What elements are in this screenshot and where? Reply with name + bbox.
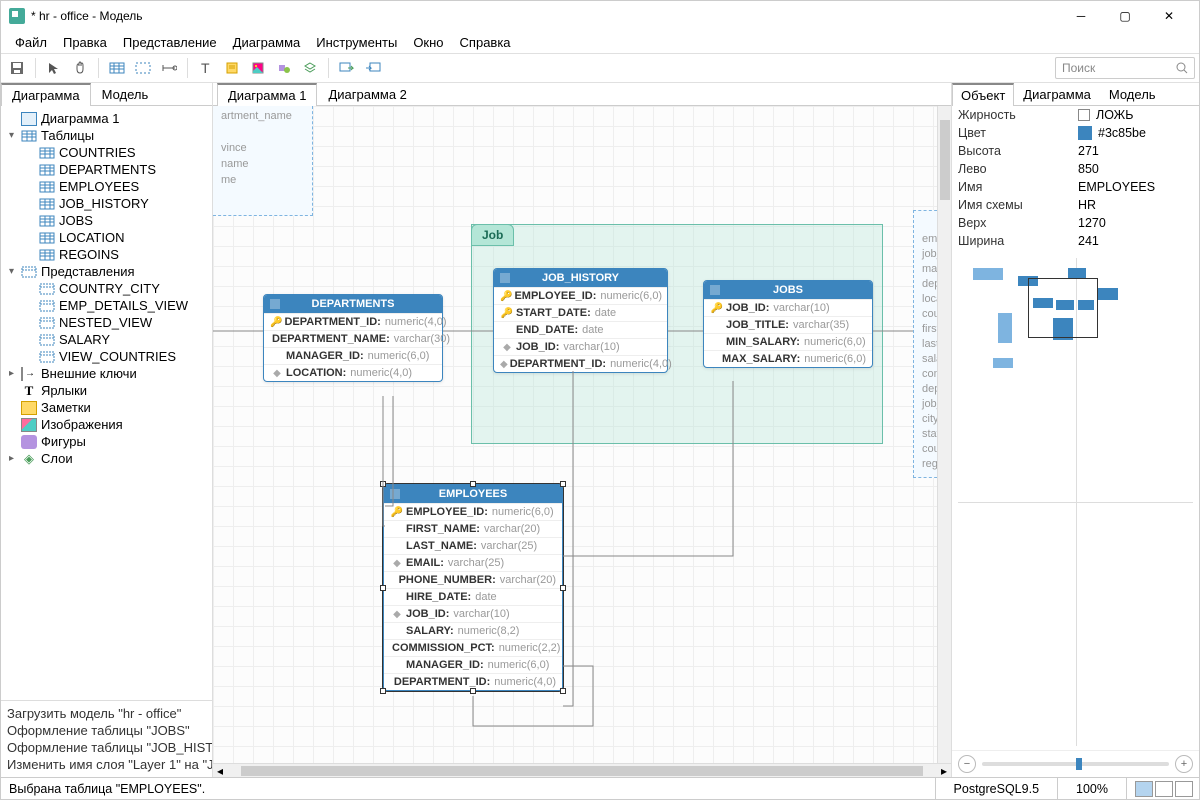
- tree-item[interactable]: DEPARTMENTS: [1, 161, 212, 178]
- tab-model[interactable]: Модель: [91, 83, 160, 105]
- tree-item[interactable]: ▾Таблицы: [1, 127, 212, 144]
- layer-tool[interactable]: [298, 56, 322, 80]
- tree-item[interactable]: JOB_HISTORY: [1, 195, 212, 212]
- menu-Файл[interactable]: Файл: [7, 33, 55, 52]
- properties: ЖирностьЛОЖЬЦвет#3c85beВысота271Лево850И…: [952, 106, 1199, 250]
- menubar: ФайлПравкаПредставлениеДиаграммаИнструме…: [1, 31, 1199, 53]
- prop-row[interactable]: Лево850: [952, 160, 1199, 178]
- tab-object[interactable]: Объект: [952, 83, 1014, 106]
- status-message: Выбрана таблица "EMPLOYEES".: [7, 782, 935, 796]
- table-tool[interactable]: [105, 56, 129, 80]
- prop-row[interactable]: ЖирностьЛОЖЬ: [952, 106, 1199, 124]
- sql-gen-button[interactable]: [335, 56, 359, 80]
- entity-JOB_HISTORY[interactable]: JOB_HISTORY🔑EMPLOYEE_ID: numeric(6,0)🔑ST…: [493, 268, 668, 373]
- prop-row[interactable]: Ширина241: [952, 232, 1199, 250]
- tree-item[interactable]: EMP_DETAILS_VIEW: [1, 297, 212, 314]
- titlebar: * hr - office - Модель ─ ▢ ✕: [1, 1, 1199, 31]
- pointer-tool[interactable]: [42, 56, 66, 80]
- prop-row[interactable]: Цвет#3c85be: [952, 124, 1199, 142]
- layout-btn-1[interactable]: [1135, 781, 1153, 797]
- search-placeholder: Поиск: [1062, 61, 1095, 75]
- zoom-slider[interactable]: [982, 762, 1169, 766]
- window-title: * hr - office - Модель: [31, 9, 1059, 23]
- svg-text:T: T: [201, 61, 210, 75]
- shape-tool[interactable]: [272, 56, 296, 80]
- prop-row[interactable]: ИмяEMPLOYEES: [952, 178, 1199, 196]
- sql-import-button[interactable]: [361, 56, 385, 80]
- save-button[interactable]: [5, 56, 29, 80]
- prop-row[interactable]: Верх1270: [952, 214, 1199, 232]
- tab-rmodel[interactable]: Модель: [1100, 83, 1165, 105]
- tree-item[interactable]: ▸Слои: [1, 450, 212, 467]
- hand-tool[interactable]: [68, 56, 92, 80]
- tab-diagram[interactable]: Диаграмма: [1, 83, 91, 106]
- tree-item[interactable]: ▾Представления: [1, 263, 212, 280]
- tab-diagram1[interactable]: Диаграмма 1: [217, 83, 317, 106]
- relation-tool[interactable]: [157, 56, 181, 80]
- minimap[interactable]: [958, 258, 1193, 746]
- tree-item[interactable]: COUNTRIES: [1, 144, 212, 161]
- tree-item[interactable]: Диаграмма 1: [1, 110, 212, 127]
- menu-Инструменты[interactable]: Инструменты: [308, 33, 405, 52]
- prop-row[interactable]: Имя схемыHR: [952, 196, 1199, 214]
- tree-item[interactable]: Заметки: [1, 399, 212, 416]
- toolbar: T Поиск: [1, 53, 1199, 83]
- menu-Справка[interactable]: Справка: [452, 33, 519, 52]
- zoom-control: − +: [952, 750, 1199, 777]
- app-icon: [9, 8, 25, 24]
- close-button[interactable]: ✕: [1147, 1, 1191, 31]
- entity-JOBS[interactable]: JOBS🔑JOB_ID: varchar(10)JOB_TITLE: varch…: [703, 280, 873, 368]
- tab-rdiagram[interactable]: Диаграмма: [1014, 83, 1100, 105]
- status-db: PostgreSQL9.5: [935, 778, 1057, 799]
- menu-Диаграмма[interactable]: Диаграмма: [225, 33, 309, 52]
- left-tabs: Диаграмма Модель: [1, 83, 212, 106]
- text-tool[interactable]: T: [194, 56, 218, 80]
- tree-item[interactable]: SALARY: [1, 331, 212, 348]
- prop-row[interactable]: Высота271: [952, 142, 1199, 160]
- menu-Окно[interactable]: Окно: [405, 33, 451, 52]
- tree-item[interactable]: EMPLOYEES: [1, 178, 212, 195]
- tree-item[interactable]: NESTED_VIEW: [1, 314, 212, 331]
- layout-btn-3[interactable]: [1175, 781, 1193, 797]
- entity-DEPARTMENTS[interactable]: DEPARTMENTS🔑DEPARTMENT_ID: numeric(4,0)D…: [263, 294, 443, 382]
- tree-item[interactable]: JOBS: [1, 212, 212, 229]
- layer-label[interactable]: Job: [471, 224, 514, 246]
- tree-item[interactable]: Фигуры: [1, 433, 212, 450]
- layout-btn-2[interactable]: [1155, 781, 1173, 797]
- center-tabs: Диаграмма 1 Диаграмма 2: [213, 83, 951, 106]
- log-panel: Загрузить модель "hr - office"Оформление…: [1, 700, 212, 777]
- tree-item[interactable]: LOCATION: [1, 229, 212, 246]
- right-tabs: Объект Диаграмма Модель: [952, 83, 1199, 106]
- canvas[interactable]: artment_namevincenamemeempjob_mardeploca…: [213, 106, 951, 777]
- menu-Правка[interactable]: Правка: [55, 33, 115, 52]
- right-panel: Объект Диаграмма Модель ЖирностьЛОЖЬЦвет…: [951, 83, 1199, 777]
- zoom-in-button[interactable]: +: [1175, 755, 1193, 773]
- tree: Диаграмма 1▾ТаблицыCOUNTRIESDEPARTMENTSE…: [1, 106, 212, 700]
- menu-Представление[interactable]: Представление: [115, 33, 225, 52]
- minimize-button[interactable]: ─: [1059, 1, 1103, 31]
- view-tool[interactable]: [131, 56, 155, 80]
- note-tool[interactable]: [220, 56, 244, 80]
- canvas-hscroll[interactable]: ◂▸: [213, 763, 951, 777]
- center-panel: Диаграмма 1 Диаграмма 2 artment_namevinc…: [213, 83, 951, 777]
- tree-item[interactable]: Ярлыки: [1, 382, 212, 399]
- status-zoom: 100%: [1057, 778, 1126, 799]
- tab-diagram2[interactable]: Диаграмма 2: [317, 83, 417, 105]
- entity-EMPLOYEES[interactable]: EMPLOYEES🔑EMPLOYEE_ID: numeric(6,0)FIRST…: [383, 484, 563, 691]
- ghost-entity[interactable]: artment_namevincenameme: [213, 106, 313, 216]
- maximize-button[interactable]: ▢: [1103, 1, 1147, 31]
- tree-item[interactable]: Изображения: [1, 416, 212, 433]
- search-icon: [1176, 62, 1188, 74]
- tree-item[interactable]: ▸Внешние ключи: [1, 365, 212, 382]
- tree-item[interactable]: COUNTRY_CITY: [1, 280, 212, 297]
- image-tool[interactable]: [246, 56, 270, 80]
- left-panel: Диаграмма Модель Диаграмма 1▾ТаблицыCOUN…: [1, 83, 213, 777]
- zoom-out-button[interactable]: −: [958, 755, 976, 773]
- statusbar: Выбрана таблица "EMPLOYEES". PostgreSQL9…: [1, 777, 1199, 799]
- canvas-vscroll[interactable]: [937, 106, 951, 763]
- search-input[interactable]: Поиск: [1055, 57, 1195, 79]
- tree-item[interactable]: REGOINS: [1, 246, 212, 263]
- tree-item[interactable]: VIEW_COUNTRIES: [1, 348, 212, 365]
